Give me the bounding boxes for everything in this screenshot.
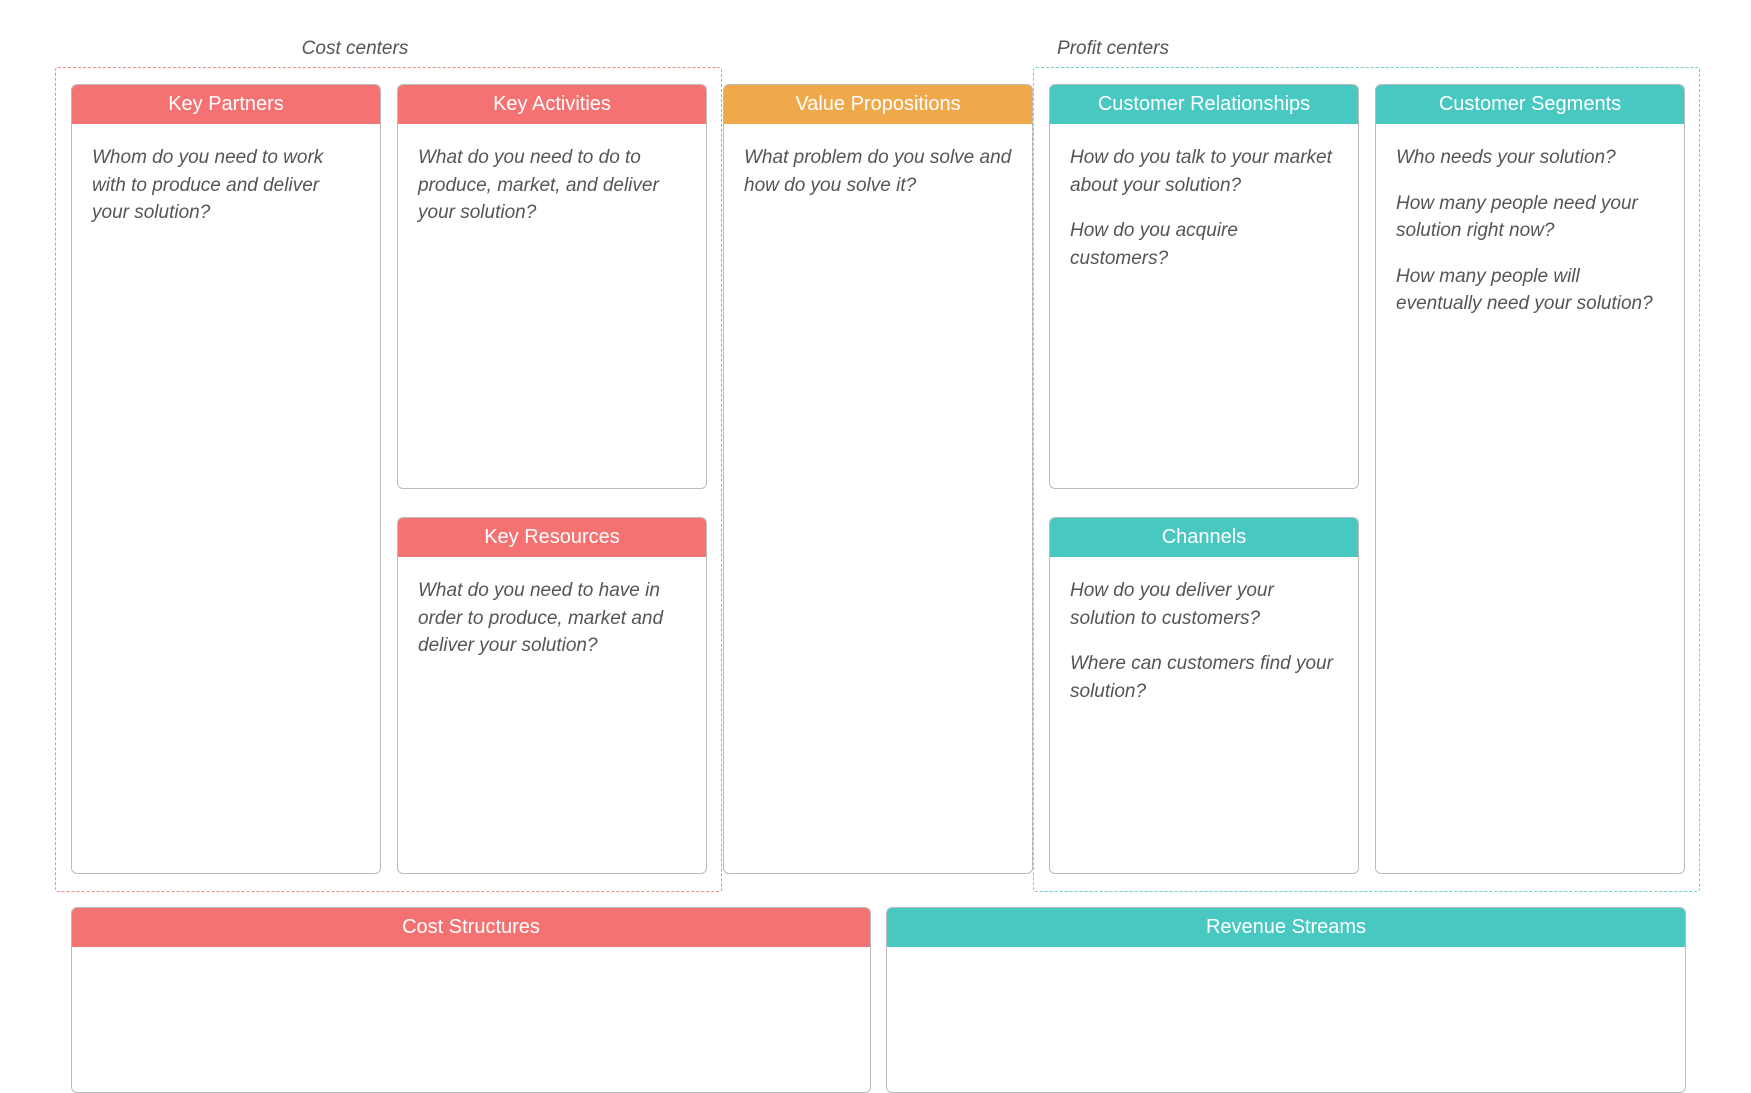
- card-body-key-resources: What do you need to have in order to pro…: [398, 557, 706, 698]
- prompt-text: How many people need your solution right…: [1396, 190, 1664, 245]
- card-body-value-propositions: What problem do you solve and how do you…: [724, 124, 1032, 237]
- prompt-text: What do you need to have in order to pro…: [418, 577, 686, 660]
- card-body-revenue-streams: [887, 947, 1685, 987]
- prompt-text: How do you acquire customers?: [1070, 217, 1338, 272]
- card-revenue-streams[interactable]: Revenue Streams: [886, 907, 1686, 1093]
- card-header-key-partners: Key Partners: [72, 85, 380, 124]
- prompt-text: How do you talk to your market about you…: [1070, 144, 1338, 199]
- prompt-text: How do you deliver your solution to cust…: [1070, 577, 1338, 632]
- card-key-activities[interactable]: Key Activities What do you need to do to…: [397, 84, 707, 489]
- card-body-key-partners: Whom do you need to work with to produce…: [72, 124, 380, 265]
- card-header-customer-relationships: Customer Relationships: [1050, 85, 1358, 124]
- card-header-value-propositions: Value Propositions: [724, 85, 1032, 124]
- prompt-text: Whom do you need to work with to produce…: [92, 144, 360, 227]
- card-body-customer-relationships: How do you talk to your market about you…: [1050, 124, 1358, 310]
- card-customer-segments[interactable]: Customer Segments Who needs your solutio…: [1375, 84, 1685, 874]
- prompt-text: Where can customers find your solution?: [1070, 650, 1338, 705]
- card-header-channels: Channels: [1050, 518, 1358, 557]
- card-cost-structures[interactable]: Cost Structures: [71, 907, 871, 1093]
- card-customer-relationships[interactable]: Customer Relationships How do you talk t…: [1049, 84, 1359, 489]
- card-body-customer-segments: Who needs your solution? How many people…: [1376, 124, 1684, 356]
- card-body-cost-structures: [72, 947, 870, 987]
- prompt-text: How many people will eventually need you…: [1396, 263, 1664, 318]
- card-channels[interactable]: Channels How do you deliver your solutio…: [1049, 517, 1359, 874]
- card-body-channels: How do you deliver your solution to cust…: [1050, 557, 1358, 743]
- card-header-customer-segments: Customer Segments: [1376, 85, 1684, 124]
- profit-centers-label: Profit centers: [1033, 38, 1193, 60]
- card-body-key-activities: What do you need to do to produce, marke…: [398, 124, 706, 265]
- card-header-revenue-streams: Revenue Streams: [887, 908, 1685, 947]
- prompt-text: What problem do you solve and how do you…: [744, 144, 1012, 199]
- card-header-key-activities: Key Activities: [398, 85, 706, 124]
- card-key-resources[interactable]: Key Resources What do you need to have i…: [397, 517, 707, 874]
- prompt-text: Who needs your solution?: [1396, 144, 1664, 172]
- card-header-cost-structures: Cost Structures: [72, 908, 870, 947]
- prompt-text: What do you need to do to produce, marke…: [418, 144, 686, 227]
- card-value-propositions[interactable]: Value Propositions What problem do you s…: [723, 84, 1033, 874]
- card-key-partners[interactable]: Key Partners Whom do you need to work wi…: [71, 84, 381, 874]
- card-header-key-resources: Key Resources: [398, 518, 706, 557]
- cost-centers-label: Cost centers: [275, 38, 435, 60]
